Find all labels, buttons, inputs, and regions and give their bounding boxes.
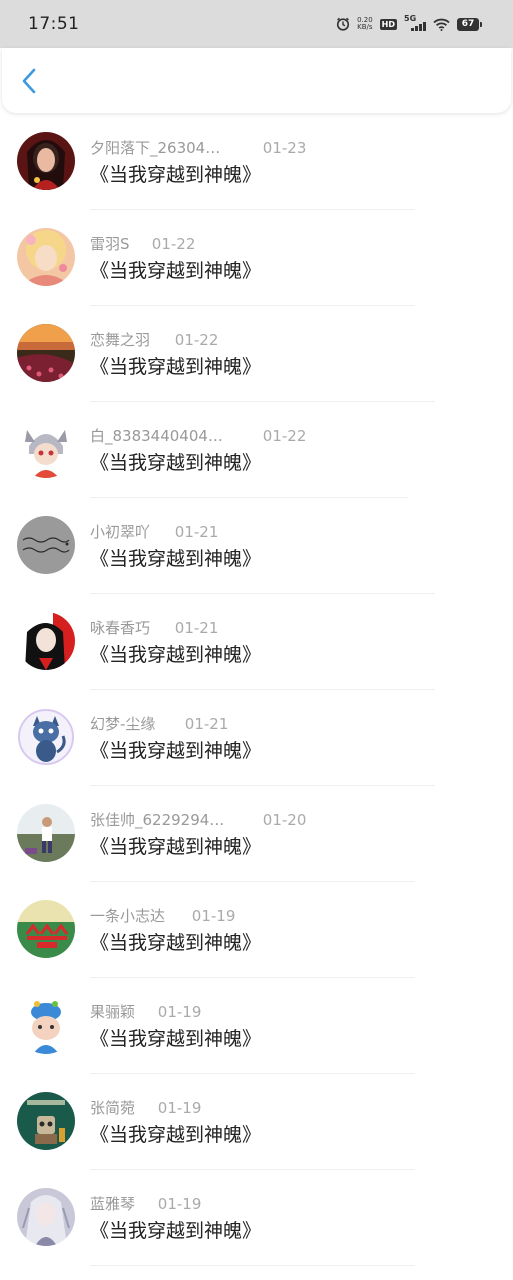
avatar[interactable] [17, 420, 75, 478]
hd-badge: HD [379, 18, 397, 30]
row-meta: 果骊颖 01-19 [90, 1002, 473, 1022]
nickname: 白_8383440404… [90, 427, 223, 445]
date: 01-21 [174, 619, 219, 637]
avatar[interactable] [17, 132, 75, 190]
row-meta: 小初翠吖 01-21 [90, 522, 473, 542]
book-title: 《当我穿越到神魄》 [90, 164, 262, 186]
nickname: 张佳帅_6229294… [90, 811, 225, 829]
row-meta: 雷羽S 01-22 [90, 234, 473, 254]
date: 01-21 [174, 523, 219, 541]
status-time: 17:51 [28, 14, 80, 34]
avatar[interactable] [17, 1092, 75, 1150]
date: 01-23 [262, 139, 307, 157]
header-bar [2, 48, 511, 113]
date: 01-19 [157, 1003, 202, 1021]
book-title: 《当我穿越到神魄》 [90, 260, 262, 282]
row-meta: 咏春香巧 01-21 [90, 618, 473, 638]
row-meta: 蓝雅琴 01-19 [90, 1194, 473, 1214]
date: 01-21 [184, 715, 229, 733]
avatar[interactable] [17, 996, 75, 1054]
avatar[interactable] [17, 612, 75, 670]
battery-icon: 67 [457, 17, 482, 31]
book-title: 《当我穿越到神魄》 [90, 1220, 262, 1242]
nickname: 雷羽S [90, 235, 130, 253]
divider [90, 1265, 415, 1266]
battery-level: 67 [461, 19, 475, 29]
nickname: 幻梦-尘缘 [90, 715, 156, 733]
nickname: 一条小志达 [90, 907, 166, 925]
book-title: 《当我穿越到神魄》 [90, 356, 262, 378]
list-item[interactable]: 小初翠吖 01-21 《当我穿越到神魄》 [0, 498, 513, 594]
date: 01-19 [157, 1099, 202, 1117]
row-meta: 张简菀 01-19 [90, 1098, 473, 1118]
alarm-icon [336, 17, 350, 31]
book-title: 《当我穿越到神魄》 [90, 1124, 262, 1146]
screen: 17:51 0.20 KB/s HD 5G 67 夕阳落下_26304… 01-… [0, 0, 513, 1280]
avatar[interactable] [17, 804, 75, 862]
book-title: 《当我穿越到神魄》 [90, 548, 262, 570]
nickname: 蓝雅琴 [90, 1195, 136, 1213]
user-list: 夕阳落下_26304… 01-23 《当我穿越到神魄》 雷羽S 01-22 《当… [0, 114, 513, 1266]
avatar[interactable] [17, 516, 75, 574]
list-item[interactable]: 一条小志达 01-19 《当我穿越到神魄》 [0, 882, 513, 978]
list-item[interactable]: 咏春香巧 01-21 《当我穿越到神魄》 [0, 594, 513, 690]
book-title: 《当我穿越到神魄》 [90, 932, 262, 954]
nickname: 咏春香巧 [90, 619, 151, 637]
book-title: 《当我穿越到神魄》 [90, 452, 262, 474]
row-meta: 一条小志达 01-19 [90, 906, 473, 926]
nickname: 张简菀 [90, 1099, 136, 1117]
status-icons: 0.20 KB/s HD 5G 67 [336, 14, 482, 31]
row-meta: 张佳帅_6229294… 01-20 [90, 810, 473, 830]
avatar[interactable] [17, 228, 75, 286]
date: 01-19 [157, 1195, 202, 1213]
list-item[interactable]: 张佳帅_6229294… 01-20 《当我穿越到神魄》 [0, 786, 513, 882]
list-item[interactable]: 白_8383440404… 01-22 《当我穿越到神魄》 [0, 402, 513, 498]
date: 01-20 [262, 811, 307, 829]
chevron-left-icon [22, 68, 36, 94]
avatar[interactable] [17, 324, 75, 382]
date: 01-22 [262, 427, 307, 445]
nickname: 小初翠吖 [90, 523, 151, 541]
book-title: 《当我穿越到神魄》 [90, 836, 262, 858]
book-title: 《当我穿越到神魄》 [90, 644, 262, 666]
avatar[interactable] [17, 708, 75, 766]
back-button[interactable] [14, 66, 44, 96]
row-meta: 幻梦-尘缘 01-21 [90, 714, 473, 734]
date: 01-22 [151, 235, 196, 253]
net-speed-unit: KB/s [357, 23, 373, 31]
row-meta: 白_8383440404… 01-22 [90, 426, 473, 446]
list-item[interactable]: 果骊颖 01-19 《当我穿越到神魄》 [0, 978, 513, 1074]
nickname: 夕阳落下_26304… [90, 139, 221, 157]
cellular-signal-icon: 5G [404, 14, 426, 31]
avatar[interactable] [17, 1188, 75, 1246]
date: 01-22 [174, 331, 219, 349]
list-item[interactable]: 夕阳落下_26304… 01-23 《当我穿越到神魄》 [0, 114, 513, 210]
list-item[interactable]: 张简菀 01-19 《当我穿越到神魄》 [0, 1074, 513, 1170]
status-bar: 17:51 0.20 KB/s HD 5G 67 [0, 0, 513, 48]
book-title: 《当我穿越到神魄》 [90, 1028, 262, 1050]
row-meta: 恋舞之羽 01-22 [90, 330, 473, 350]
list-item[interactable]: 恋舞之羽 01-22 《当我穿越到神魄》 [0, 306, 513, 402]
avatar[interactable] [17, 900, 75, 958]
list-item[interactable]: 蓝雅琴 01-19 《当我穿越到神魄》 [0, 1170, 513, 1266]
wifi-icon [433, 18, 450, 31]
net-speed-indicator: 0.20 KB/s [357, 17, 373, 31]
book-title: 《当我穿越到神魄》 [90, 740, 262, 762]
date: 01-19 [191, 907, 236, 925]
nickname: 恋舞之羽 [90, 331, 151, 349]
row-meta: 夕阳落下_26304… 01-23 [90, 138, 473, 158]
list-item[interactable]: 雷羽S 01-22 《当我穿越到神魄》 [0, 210, 513, 306]
nickname: 果骊颖 [90, 1003, 136, 1021]
list-item[interactable]: 幻梦-尘缘 01-21 《当我穿越到神魄》 [0, 690, 513, 786]
